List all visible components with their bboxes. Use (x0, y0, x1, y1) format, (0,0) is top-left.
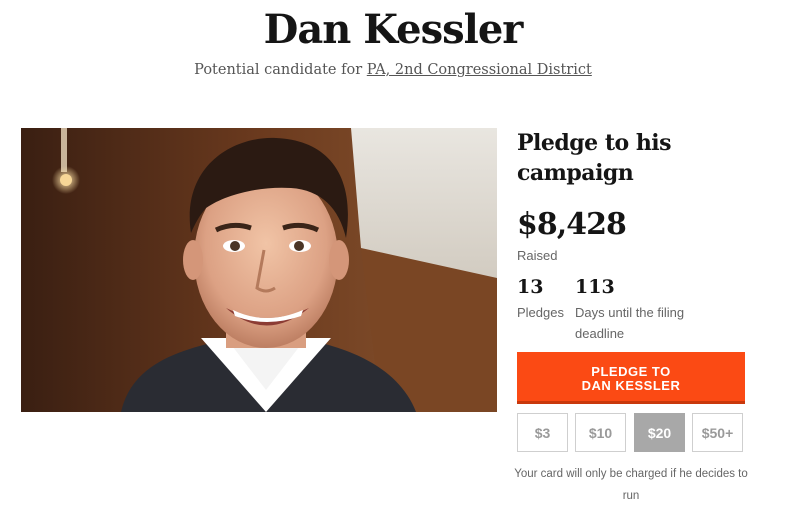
days-label: Days until the filing deadline (575, 305, 685, 341)
pledge-heading: Pledge to his campaign (517, 130, 672, 186)
subtitle-prefix: Potential candidate for (194, 62, 363, 78)
charge-disclaimer: Your card will only be charged if he dec… (514, 468, 748, 502)
candidate-name: Dan Kessler (263, 6, 524, 53)
amount-20-button[interactable]: $20 (634, 413, 685, 452)
pledge-button-line2: Dan Kessler (581, 377, 681, 393)
raised-label: Raised (517, 248, 558, 263)
candidate-subtitle: Potential candidate for PA, 2nd Congress… (0, 62, 786, 78)
pledges-count: 13 (517, 276, 544, 298)
pledge-button[interactable]: Pledge to Dan Kessler (517, 352, 745, 404)
pledge-button-line1: Pledge to (591, 363, 671, 379)
candidate-photo (21, 128, 497, 412)
amount-10-button[interactable]: $10 (575, 413, 626, 452)
amount-50-plus-button[interactable]: $50+ (692, 413, 743, 452)
raised-amount: $8,428 (517, 207, 627, 242)
district-link[interactable]: PA, 2nd Congressional District (367, 62, 592, 78)
pledges-label: Pledges (517, 305, 564, 320)
days-count: 113 (575, 276, 615, 298)
amount-3-button[interactable]: $3 (517, 413, 568, 452)
